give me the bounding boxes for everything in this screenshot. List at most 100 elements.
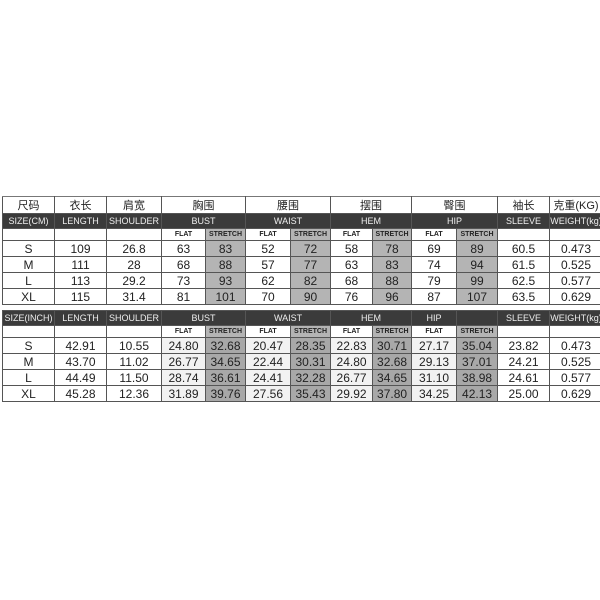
value-cell: 68 (330, 272, 373, 289)
value-cell: 34.65 (372, 369, 413, 386)
value-cell: 22.44 (245, 353, 292, 370)
value-cell: 0.473 (549, 240, 600, 257)
value-cell: 83 (205, 240, 246, 257)
english-header-row: SIZE(INCH) LENGTH SHOULDER BUST WAIST HE… (2, 310, 600, 326)
value-cell: 96 (372, 288, 412, 305)
flat-label: FLAT (161, 325, 206, 338)
value-cell: 29.2 (106, 272, 162, 289)
header-sleeve: SLEEVE (497, 310, 551, 326)
header-shoulder: SHOULDER (106, 310, 162, 326)
inch-rows: S 42.91 10.55 24.80 32.68 20.47 28.35 22.83 30.7… (2, 337, 600, 402)
header-hem: HEM (330, 213, 412, 229)
table-row: L 44.49 11.50 28.74 36.61 24.41 32.28 26.77 34.6… (2, 369, 600, 386)
value-cell: 12.36 (106, 385, 162, 402)
value-cell: 52 (245, 240, 291, 257)
header-hip: HIP (411, 310, 458, 326)
value-cell: 28.35 (290, 337, 332, 354)
value-cell: 30.71 (372, 337, 413, 354)
header-cn: 衣长 (54, 196, 107, 214)
size-cell: XL (2, 385, 55, 402)
value-cell: 111 (54, 256, 107, 273)
empty-cell (54, 228, 107, 241)
header-size: SIZE(CM) (2, 213, 55, 229)
flat-label: FLAT (161, 228, 206, 241)
value-cell: 26.77 (330, 369, 374, 386)
size-cell: M (2, 256, 55, 273)
header-weight: WEIGHT(kg) (549, 213, 600, 229)
value-cell: 99 (456, 272, 498, 289)
value-cell: 23.82 (497, 337, 551, 354)
value-cell: 36.61 (204, 369, 247, 386)
value-cell: 89 (456, 240, 498, 257)
flat-label: FLAT (411, 228, 457, 241)
value-cell: 24.41 (245, 369, 292, 386)
empty-cell (497, 325, 551, 338)
header-weight: WEIGHT(kg) (549, 310, 600, 326)
header-length: LENGTH (54, 213, 107, 229)
value-cell: 30.31 (290, 353, 332, 370)
value-cell: 11.50 (106, 369, 162, 386)
value-cell: 28.74 (161, 369, 206, 386)
header-cn: 臀围 (411, 196, 498, 214)
empty-cell (54, 325, 107, 338)
header-cn: 尺码 (2, 196, 55, 214)
cm-rows: S 109 26.8 63 83 52 72 58 78 69 89 60.5 0.473 M 111 28 6… (2, 240, 600, 305)
value-cell: 11.02 (106, 353, 162, 370)
header-shoulder: SHOULDER (106, 213, 162, 229)
header-cn: 腰围 (245, 196, 331, 214)
value-cell: 88 (372, 272, 412, 289)
value-cell: 94 (456, 256, 498, 273)
empty-cell (549, 325, 600, 338)
stretch-label: STRETCH (372, 228, 412, 241)
flat-label: FLAT (330, 325, 374, 338)
value-cell: 107 (456, 288, 498, 305)
header-length: LENGTH (54, 310, 107, 326)
table-row: S 42.91 10.55 24.80 32.68 20.47 28.35 22.83 30.7… (2, 337, 600, 354)
table-row: M 43.70 11.02 26.77 34.65 22.44 30.31 24.80 32.6… (2, 353, 600, 370)
value-cell: 22.83 (330, 337, 374, 354)
value-cell: 113 (54, 272, 107, 289)
value-cell: 42.13 (456, 385, 499, 402)
value-cell: 26.77 (161, 353, 206, 370)
value-cell: 93 (205, 272, 246, 289)
value-cell: 37.80 (372, 385, 413, 402)
value-cell: 62.5 (497, 272, 550, 289)
value-cell: 10.55 (106, 337, 162, 354)
value-cell: 32.68 (204, 337, 247, 354)
value-cell: 68 (161, 256, 206, 273)
value-cell: 63 (161, 240, 206, 257)
value-cell: 62 (245, 272, 291, 289)
value-cell: 31.4 (106, 288, 162, 305)
value-cell: 20.47 (245, 337, 292, 354)
value-cell: 69 (411, 240, 457, 257)
empty-cell (2, 228, 55, 241)
value-cell: 63 (330, 256, 373, 273)
header-hip: HIP (411, 213, 498, 229)
value-cell: 42.91 (54, 337, 107, 354)
value-cell: 24.80 (161, 337, 206, 354)
table-row: XL 45.28 12.36 31.89 39.76 27.56 35.43 29.92 37.… (2, 385, 600, 402)
value-cell: 0.525 (549, 353, 600, 370)
stretch-label: STRETCH (456, 228, 498, 241)
value-cell: 32.68 (372, 353, 413, 370)
value-cell: 109 (54, 240, 107, 257)
value-cell: 58 (330, 240, 373, 257)
value-cell: 24.80 (330, 353, 374, 370)
value-cell: 0.577 (549, 272, 600, 289)
size-chart-inch: SIZE(INCH) LENGTH SHOULDER BUST WAIST HE… (2, 310, 600, 402)
value-cell: 79 (411, 272, 457, 289)
stretch-label: STRETCH (204, 325, 247, 338)
value-cell: 31.89 (161, 385, 206, 402)
value-cell: 115 (54, 288, 107, 305)
size-cell: S (2, 337, 55, 354)
value-cell: 24.61 (497, 369, 551, 386)
value-cell: 88 (205, 256, 246, 273)
value-cell: 77 (290, 256, 331, 273)
value-cell: 31.10 (411, 369, 458, 386)
value-cell: 38.98 (456, 369, 499, 386)
header-cn: 克重(KG) (549, 196, 600, 214)
empty-cell (106, 228, 162, 241)
value-cell: 29.92 (330, 385, 374, 402)
size-cell: S (2, 240, 55, 257)
value-cell: 35.04 (456, 337, 499, 354)
